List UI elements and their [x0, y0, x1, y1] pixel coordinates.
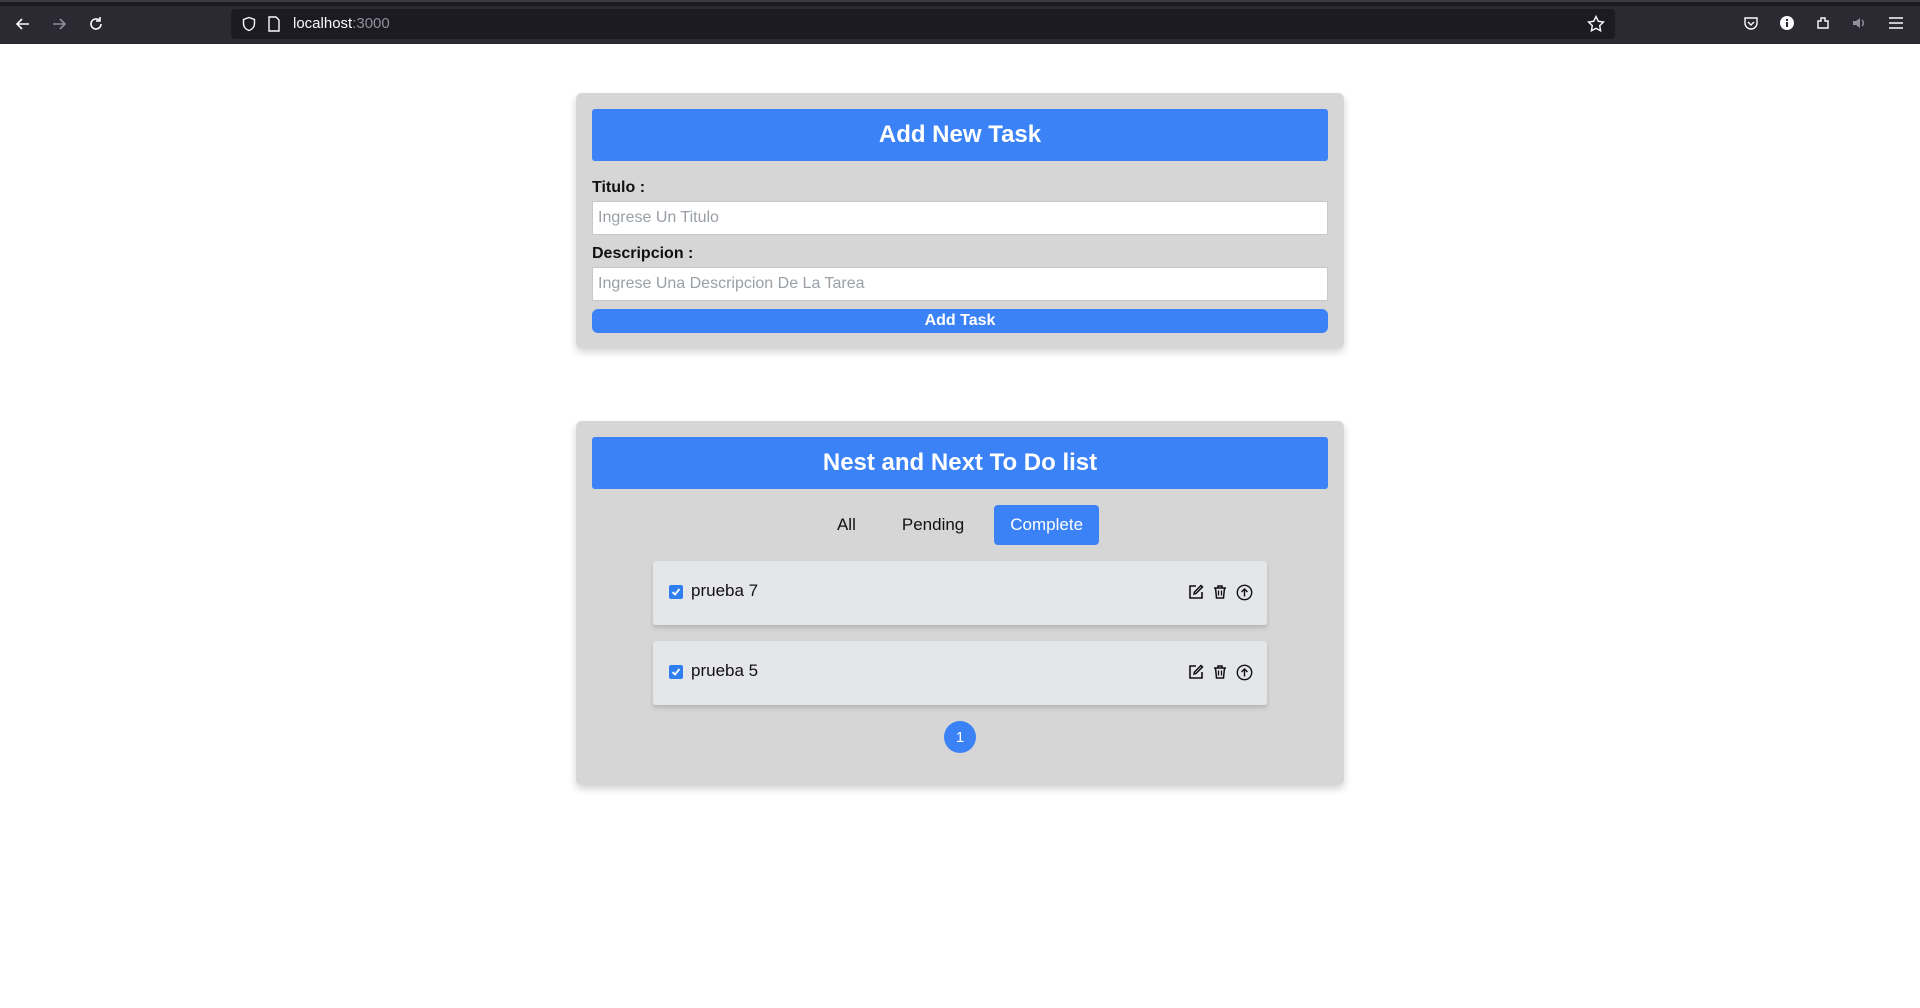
speaker-icon[interactable]	[1848, 12, 1870, 34]
task-item: prueba 7	[653, 561, 1267, 625]
tab-complete[interactable]: Complete	[994, 505, 1100, 545]
trash-icon[interactable]	[1211, 583, 1229, 601]
arrow-up-circle-icon[interactable]	[1235, 663, 1253, 681]
titulo-input[interactable]	[592, 201, 1328, 235]
descripcion-label: Descripcion :	[592, 245, 694, 262]
tab-all[interactable]: All	[821, 505, 872, 545]
url-port: :3000	[352, 15, 390, 32]
tab-strip-line	[0, 0, 1920, 2]
browser-toolbar: localhost:3000	[0, 0, 1920, 44]
url-text: localhost:3000	[293, 9, 390, 39]
address-bar[interactable]: localhost:3000	[231, 9, 1615, 39]
task-title: prueba 5	[691, 661, 759, 680]
filter-tabs: All Pending Complete	[576, 505, 1344, 545]
pagination-page-button[interactable]: 1	[944, 721, 976, 753]
todo-list-panel: Nest and Next To Do list All Pending Com…	[576, 421, 1344, 785]
info-icon[interactable]	[1776, 12, 1798, 34]
edit-icon[interactable]	[1187, 663, 1205, 681]
reload-icon[interactable]	[84, 12, 108, 36]
url-host: localhost	[293, 15, 353, 32]
add-task-button[interactable]: Add Task	[592, 309, 1328, 333]
tab-pending[interactable]: Pending	[886, 505, 980, 545]
task-title: prueba 7	[691, 581, 759, 600]
add-task-title: Add New Task	[592, 109, 1328, 161]
tab-strip	[0, 0, 1920, 6]
arrow-up-circle-icon[interactable]	[1235, 583, 1253, 601]
extensions-icon[interactable]	[1812, 12, 1834, 34]
pocket-icon[interactable]	[1740, 12, 1762, 34]
todo-list-title: Nest and Next To Do list	[592, 437, 1328, 489]
trash-icon[interactable]	[1211, 663, 1229, 681]
tracking-protection-icon[interactable]	[241, 16, 257, 37]
task-actions	[1187, 583, 1253, 601]
bookmark-star-icon[interactable]	[1586, 14, 1606, 38]
add-task-panel: Add New Task Titulo : Descripcion : Add …	[576, 93, 1344, 348]
titulo-label: Titulo :	[592, 179, 646, 196]
edit-icon[interactable]	[1187, 583, 1205, 601]
back-icon[interactable]	[11, 12, 35, 36]
task-actions	[1187, 663, 1253, 681]
task-checkbox[interactable]	[669, 585, 683, 599]
task-checkbox[interactable]	[669, 665, 683, 679]
descripcion-input[interactable]	[592, 267, 1328, 301]
page-info-icon[interactable]	[267, 16, 281, 37]
menu-icon[interactable]	[1885, 12, 1907, 34]
forward-icon[interactable]	[47, 12, 71, 36]
task-item: prueba 5	[653, 641, 1267, 705]
